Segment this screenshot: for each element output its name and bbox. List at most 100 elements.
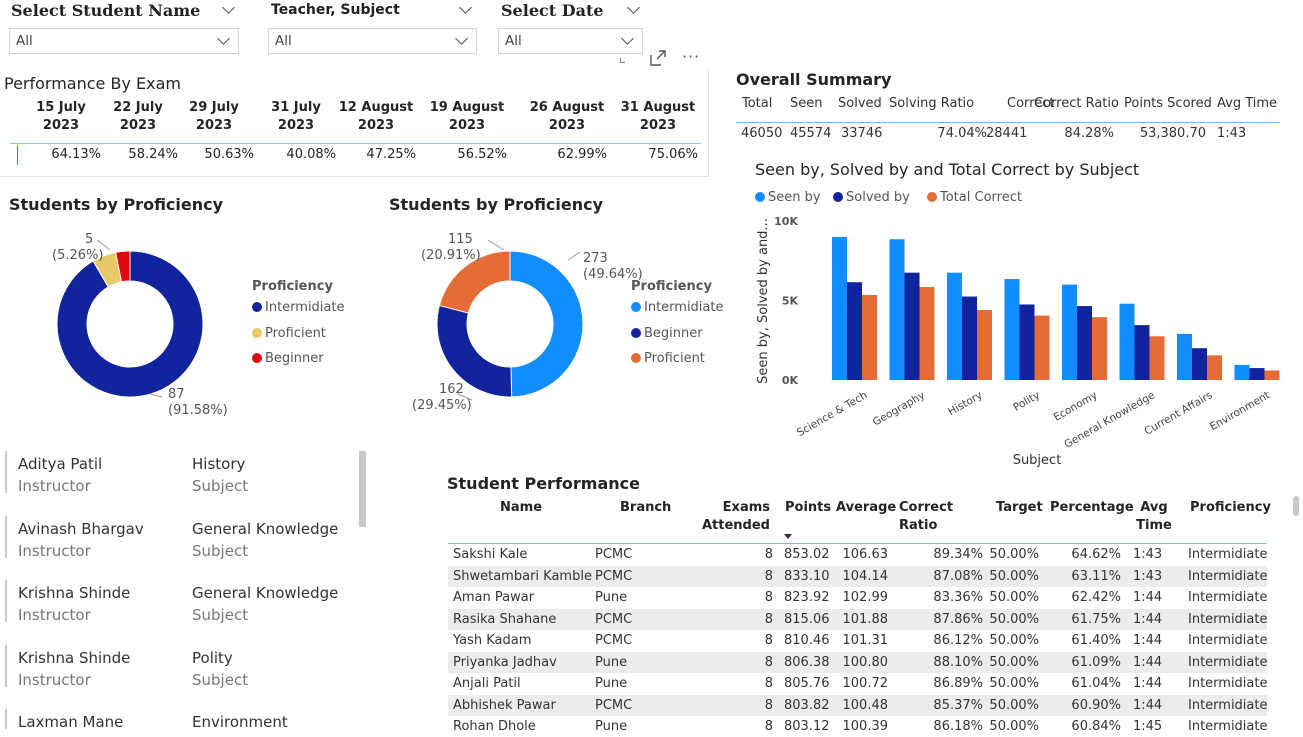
table-row[interactable]: Shwetambari Kamble PCMC 8 833.10 104.14 87.08… xyxy=(448,565,1268,587)
bar[interactable] xyxy=(862,294,877,380)
sort-desc-icon[interactable] xyxy=(784,534,792,539)
bar[interactable] xyxy=(1034,315,1050,380)
bar[interactable] xyxy=(1192,348,1207,380)
bar[interactable] xyxy=(1077,306,1092,380)
table-row[interactable]: Anjali Patil Pune 8 805.76 100.72 86.89% 50.00… xyxy=(448,673,1268,694)
instructor-name[interactable]: Laxman Mane xyxy=(18,713,123,731)
slicer-title-date: Select Date xyxy=(501,1,604,20)
column-header[interactable]: Avg Time xyxy=(1136,499,1172,535)
column-header[interactable]: Proficiency xyxy=(1190,499,1271,517)
column-header[interactable]: Points xyxy=(785,499,831,517)
bar[interactable] xyxy=(1119,303,1135,380)
exam-year-header[interactable]: 2023 xyxy=(169,117,259,135)
exam-date-header[interactable]: 19 August xyxy=(422,99,512,117)
bar[interactable] xyxy=(1249,368,1265,380)
donut2-legend-item[interactable]: Proficient xyxy=(631,351,705,366)
donut2-legend-item[interactable]: Intermidiate xyxy=(631,300,724,315)
instructor-subject[interactable]: History xyxy=(192,455,245,473)
bar[interactable] xyxy=(889,239,905,380)
instructor-subject[interactable]: Polity xyxy=(192,649,233,667)
exam-date-header[interactable]: 29 July xyxy=(169,99,259,117)
exam-year-header[interactable]: 2023 xyxy=(613,117,703,135)
chevron-down-icon[interactable] xyxy=(627,1,640,14)
table-row[interactable]: Rasika Shahane PCMC 8 815.06 101.88 87.86% 50.… xyxy=(448,608,1268,630)
column-header[interactable]: Branch xyxy=(620,499,671,517)
date-dropdown[interactable]: All xyxy=(498,28,643,54)
leader-line xyxy=(149,393,163,398)
instructor-name[interactable]: Krishna Shinde xyxy=(18,649,130,667)
exam-date-header[interactable]: 31 July xyxy=(251,99,341,117)
bar[interactable] xyxy=(1019,304,1035,380)
donut1-legend-item[interactable]: Beginner xyxy=(252,351,324,366)
column-header[interactable]: Average xyxy=(836,499,896,517)
instructor-subject[interactable]: General Knowledge xyxy=(192,520,338,538)
bar[interactable] xyxy=(1062,284,1077,380)
table-cell: 50.00% xyxy=(989,611,1039,627)
donut-slice[interactable] xyxy=(509,250,584,398)
table-row[interactable]: Sakshi Kale PCMC 8 853.02 106.63 89.34% 50.00%… xyxy=(448,544,1268,565)
legend-label: Proficient xyxy=(644,351,705,366)
instructor-name[interactable]: Avinash Bhargav xyxy=(18,520,144,538)
student-dropdown[interactable]: All xyxy=(9,28,239,54)
exam-year-header[interactable]: 2023 xyxy=(422,117,512,135)
legend-label: Intermidiate xyxy=(644,300,724,315)
table-cell: Intermidiate xyxy=(1188,590,1268,605)
table-row[interactable]: Priyanka Jadhav Pune 8 806.38 100.80 88.10% 50… xyxy=(448,651,1268,673)
chevron-down-icon[interactable] xyxy=(222,1,235,14)
exam-date-header[interactable]: 26 August xyxy=(522,99,612,117)
bar[interactable] xyxy=(1264,370,1280,380)
donut2-legend-item[interactable]: Beginner xyxy=(631,326,703,341)
bar[interactable] xyxy=(1177,333,1192,380)
more-options-icon[interactable]: ··· xyxy=(682,47,700,66)
bar[interactable] xyxy=(1134,325,1150,380)
exam-year-header[interactable]: 2023 xyxy=(251,117,341,135)
bar[interactable] xyxy=(1004,279,1020,380)
bar[interactable] xyxy=(1149,336,1165,380)
donut1-legend-item[interactable]: Intermidiate xyxy=(252,300,345,315)
bar-legend-item[interactable]: Total Correct xyxy=(927,190,1022,205)
bar[interactable] xyxy=(977,310,992,380)
table-cell: PCMC xyxy=(595,611,633,627)
table-row[interactable]: Rohan Dhole Pune 8 803.12 100.39 86.18% 50.00%… xyxy=(448,716,1268,737)
exam-date-header[interactable]: 12 August xyxy=(331,99,421,117)
instructor-name[interactable]: Aditya Patil xyxy=(18,455,102,473)
teacher-dropdown[interactable]: All xyxy=(268,28,477,54)
instructor-subject-label: Subject xyxy=(192,542,249,560)
bar[interactable] xyxy=(1092,317,1107,380)
column-header[interactable]: Exams Attended xyxy=(700,499,770,535)
bar-legend-item[interactable]: Seen by xyxy=(755,190,821,205)
bar[interactable] xyxy=(919,286,935,380)
focus-mode-icon[interactable] xyxy=(648,48,668,68)
table-row[interactable]: Aman Pawar Pune 8 823.92 102.99 83.36% 50.00% 6… xyxy=(448,587,1268,608)
bar[interactable] xyxy=(1234,364,1250,380)
table-row[interactable]: Abhishek Pawar PCMC 8 803.82 100.48 85.37% 50.… xyxy=(448,694,1268,716)
instructor-subject[interactable]: General Knowledge xyxy=(192,584,338,602)
scrollbar-thumb[interactable] xyxy=(359,451,366,527)
column-header[interactable]: Percentage xyxy=(1050,499,1134,517)
bar[interactable] xyxy=(847,282,862,380)
exam-date-header[interactable]: 31 August xyxy=(613,99,703,117)
bar[interactable] xyxy=(904,272,920,380)
bar[interactable] xyxy=(947,272,962,380)
bar[interactable] xyxy=(1207,355,1222,380)
bar[interactable] xyxy=(832,236,847,380)
column-header[interactable]: Correct Ratio xyxy=(899,499,989,535)
table-scrollbar[interactable] xyxy=(1293,496,1299,516)
column-header[interactable]: Name xyxy=(500,499,542,517)
performance-by-exam-title: Performance By Exam xyxy=(4,74,181,93)
instructor-subject[interactable]: Environment xyxy=(192,713,288,731)
column-header[interactable]: Target xyxy=(996,499,1043,517)
table-row[interactable]: Yash Kadam PCMC 8 810.46 101.31 86.12% 50.00% 6… xyxy=(448,630,1268,651)
instructor-role: Instructor xyxy=(18,542,91,560)
table-cell: Abhishek Pawar xyxy=(453,697,556,713)
bar[interactable] xyxy=(962,296,977,380)
bar-legend-item[interactable]: Solved by xyxy=(833,190,910,205)
teacher-dropdown-value: All xyxy=(275,33,292,49)
chevron-down-icon[interactable] xyxy=(459,1,472,14)
exam-year-header[interactable]: 2023 xyxy=(522,117,612,135)
instructor-name[interactable]: Krishna Shinde xyxy=(18,584,130,602)
bar-chart[interactable]: 0K 5K 10KSeen by, Solved by and... Subject S… xyxy=(745,205,1300,470)
donut1-legend-item[interactable]: Proficient xyxy=(252,326,326,341)
chevron-down-icon xyxy=(621,32,634,45)
exam-year-header[interactable]: 2023 xyxy=(331,117,421,135)
